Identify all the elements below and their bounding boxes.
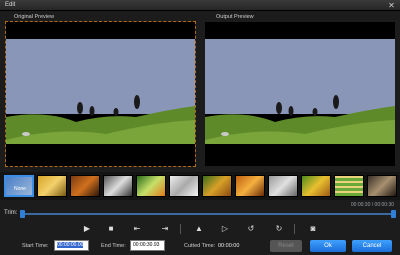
cutted-time-value: 00:00:00 bbox=[218, 243, 240, 249]
end-time-field[interactable]: 00:00:30.93 bbox=[130, 240, 165, 251]
output-preview bbox=[205, 22, 395, 166]
trim-track[interactable] bbox=[22, 213, 394, 215]
effect-none-label: None bbox=[14, 186, 26, 192]
effect-thumb[interactable] bbox=[268, 175, 298, 197]
rotate-left-icon[interactable]: ↺ bbox=[244, 222, 258, 236]
set-end-icon[interactable]: ⇥ bbox=[158, 222, 172, 236]
rotate-right-icon[interactable]: ↻ bbox=[272, 222, 286, 236]
reset-button[interactable]: Reset bbox=[270, 240, 302, 252]
play-icon[interactable]: ▶ bbox=[80, 222, 94, 236]
effect-thumb[interactable] bbox=[136, 175, 166, 197]
start-time-field[interactable]: 00:00:00.00 bbox=[54, 240, 89, 251]
output-video-frame bbox=[205, 22, 395, 166]
effect-none[interactable]: None bbox=[4, 175, 34, 197]
stop-icon[interactable]: ■ bbox=[104, 222, 118, 236]
next-frame-icon[interactable]: ▷ bbox=[218, 222, 232, 236]
time-controls: Start Time: 00:00:00.00 End Time: 00:00:… bbox=[0, 238, 400, 255]
output-preview-label: Output Preview bbox=[216, 14, 254, 20]
cancel-button[interactable]: Cancel bbox=[352, 240, 392, 252]
start-time-value: 00:00:00.00 bbox=[57, 242, 84, 248]
original-preview-label: Original Preview bbox=[14, 14, 55, 20]
snapshot-icon[interactable]: ◙ bbox=[306, 222, 320, 236]
cutted-time-label: Cutted Time: bbox=[184, 243, 216, 249]
start-time-label: Start Time: bbox=[22, 243, 49, 249]
toolbar-divider bbox=[294, 224, 295, 234]
effect-thumb[interactable] bbox=[37, 175, 67, 197]
original-preview[interactable] bbox=[5, 21, 196, 167]
trim-start-handle[interactable] bbox=[20, 210, 25, 218]
warning-icon[interactable]: ▲ bbox=[192, 222, 206, 236]
playback-toolbar: ▶ ■ ⇤ ⇥ ▲ ▷ ↺ ↻ ◙ bbox=[0, 220, 400, 238]
effect-thumb[interactable] bbox=[169, 175, 199, 197]
trim-label: Trim: bbox=[4, 210, 18, 216]
effect-thumb[interactable] bbox=[103, 175, 133, 197]
ok-button[interactable]: Ok bbox=[310, 240, 346, 252]
effects-strip: None bbox=[0, 172, 400, 200]
effect-thumb[interactable] bbox=[301, 175, 331, 197]
end-time-label: End Time: bbox=[101, 243, 126, 249]
original-video-frame bbox=[6, 22, 195, 166]
close-icon[interactable]: ✕ bbox=[387, 1, 396, 10]
time-display: 00:00:30 / 00:00:30 bbox=[350, 202, 394, 208]
effect-thumb[interactable] bbox=[235, 175, 265, 197]
title-bar: Edit ✕ bbox=[0, 0, 400, 11]
effect-thumb[interactable] bbox=[202, 175, 232, 197]
toolbar-divider bbox=[180, 224, 181, 234]
set-start-icon[interactable]: ⇤ bbox=[130, 222, 144, 236]
trim-end-handle[interactable] bbox=[391, 210, 396, 218]
end-time-value: 00:00:30.93 bbox=[133, 242, 160, 248]
window-title: Edit bbox=[5, 2, 16, 8]
effect-thumb[interactable] bbox=[334, 175, 364, 197]
effect-thumb[interactable] bbox=[70, 175, 100, 197]
effect-thumb[interactable] bbox=[367, 175, 397, 197]
